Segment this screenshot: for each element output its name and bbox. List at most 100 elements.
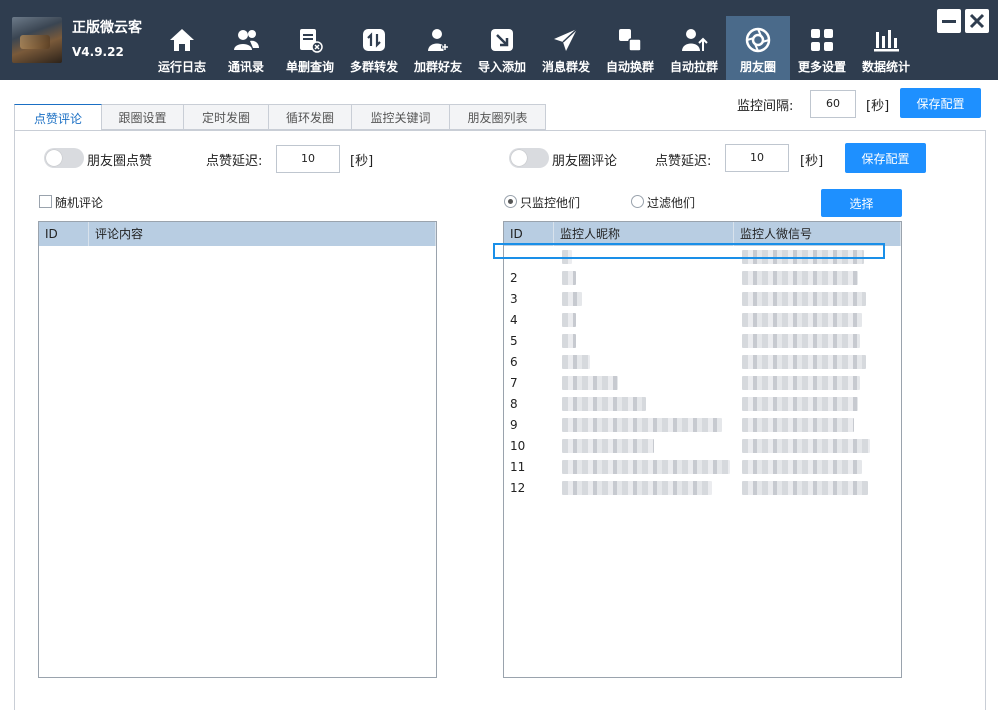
nav-moments[interactable]: 朋友圈 [726,16,790,80]
comment-delay-unit: [秒] [800,154,824,169]
main-nav: 运行日志 通讯录 单删查询 多群转发 加群好友 导入添加 消息群发 自动换群 自… [150,16,918,80]
table-row[interactable]: 12 [504,477,901,498]
tab-monitor-keywords[interactable]: 监控关键词 [352,104,450,130]
row-wechat-id-redacted [734,417,901,432]
app-logo [12,17,62,63]
row-wechat-id-redacted [734,438,901,453]
nav-auto-switch-group[interactable]: 自动换群 [598,16,662,80]
forward-icon [363,29,385,51]
row-id: 5 [510,333,518,348]
minimize-button[interactable] [937,9,961,33]
row-nickname-redacted [554,291,734,306]
monitor-interval-input[interactable]: 60 [810,90,856,118]
table-row[interactable]: 9 [504,414,901,435]
like-delay-input[interactable]: 10 [276,145,340,173]
home-icon [170,29,194,51]
save-config-comment-button[interactable]: 保存配置 [845,143,926,173]
nav-import-add[interactable]: 导入添加 [470,16,534,80]
select-button[interactable]: 选择 [821,189,902,217]
table-row[interactable]: 10 [504,435,901,456]
tab-loop-post[interactable]: 循环发圈 [269,104,352,130]
row-nickname-redacted [554,396,734,411]
nav-add-group-friend[interactable]: 加群好友 [406,16,470,80]
selection-highlight [493,243,885,259]
nav-multi-forward[interactable]: 多群转发 [342,16,406,80]
row-wechat-id-redacted [734,396,901,411]
tab-moments-list[interactable]: 朋友圈列表 [450,104,546,130]
nav-run-log[interactable]: 运行日志 [150,16,214,80]
row-wechat-id-redacted [734,480,901,495]
table-row[interactable]: 11 [504,456,901,477]
row-id: 7 [510,375,518,390]
row-nickname-redacted [554,459,734,474]
table-row[interactable]: 6 [504,351,901,372]
nav-contacts[interactable]: 通讯录 [214,16,278,80]
row-nickname-redacted [554,438,734,453]
comment-toggle-label: 朋友圈评论 [552,154,618,169]
row-nickname-redacted [554,333,734,348]
row-nickname-redacted [554,417,734,432]
table-row[interactable]: 3 [504,288,901,309]
row-nickname-redacted [554,354,734,369]
monitor-interval-label: 监控间隔: [737,99,794,114]
minimize-icon [942,20,956,23]
table-row[interactable]: 8 [504,393,901,414]
title-bar: 正版微云客 V4.9.22 运行日志 通讯录 单删查询 多群转发 加群好友 导入… [0,0,998,80]
close-button[interactable] [965,9,989,33]
row-wechat-id-redacted [734,375,901,390]
exclude-radio[interactable] [631,195,644,208]
save-config-top-button[interactable]: 保存配置 [900,88,981,118]
delete-check-icon [300,29,323,53]
comment-toggle[interactable] [509,148,549,168]
like-delay-label: 点赞延迟: [206,154,263,169]
app-name: 正版微云客 [72,20,142,36]
comment-table-header: ID 评论内容 [39,222,436,246]
nav-auto-pull-group[interactable]: 自动拉群 [662,16,726,80]
row-nickname-redacted [554,480,734,495]
like-toggle[interactable] [44,148,84,168]
row-nickname-redacted [554,375,734,390]
row-wechat-id-redacted [734,270,901,285]
app-version: V4.9.22 [72,45,124,59]
comment-delay-input[interactable]: 10 [725,144,789,172]
only-monitor-radio[interactable] [504,195,517,208]
like-delay-unit: [秒] [350,154,374,169]
add-friend-icon [428,29,449,51]
row-nickname-redacted [554,270,734,285]
row-id: 3 [510,291,518,306]
row-id: 10 [510,438,526,453]
tab-follow-settings[interactable]: 跟圈设置 [102,104,184,130]
nav-statistics[interactable]: 数据统计 [854,16,918,80]
moments-icon [745,27,771,53]
pull-group-icon [682,29,708,51]
row-wechat-id-redacted [734,459,901,474]
table-row[interactable]: 4 [504,309,901,330]
row-id: 2 [510,270,518,285]
nav-more-settings[interactable]: 更多设置 [790,16,854,80]
tab-scheduled-post[interactable]: 定时发圈 [184,104,269,130]
import-icon [491,29,513,51]
monitor-interval-unit: [秒] [866,99,890,114]
table-row[interactable]: 5 [504,330,901,351]
row-wechat-id-redacted [734,333,901,348]
send-icon [554,28,578,51]
row-id: 12 [510,480,526,495]
row-id: 11 [510,459,526,474]
row-id: 8 [510,396,518,411]
like-toggle-label: 朋友圈点赞 [87,154,153,169]
nav-delete-check[interactable]: 单删查询 [278,16,342,80]
nav-mass-message[interactable]: 消息群发 [534,16,598,80]
exclude-label: 过滤他们 [647,196,696,210]
only-monitor-label: 只监控他们 [520,196,581,210]
table-row[interactable]: 7 [504,372,901,393]
row-wechat-id-redacted [734,354,901,369]
tab-like-comment[interactable]: 点赞评论 [14,104,102,131]
random-comment-checkbox[interactable] [39,195,52,208]
row-wechat-id-redacted [734,312,901,327]
row-id: 4 [510,312,518,327]
settings-grid-icon [811,29,833,51]
row-nickname-redacted [554,312,734,327]
table-row[interactable]: 2 [504,267,901,288]
switch-group-icon [619,29,642,52]
comment-delay-label: 点赞延迟: [655,154,712,169]
